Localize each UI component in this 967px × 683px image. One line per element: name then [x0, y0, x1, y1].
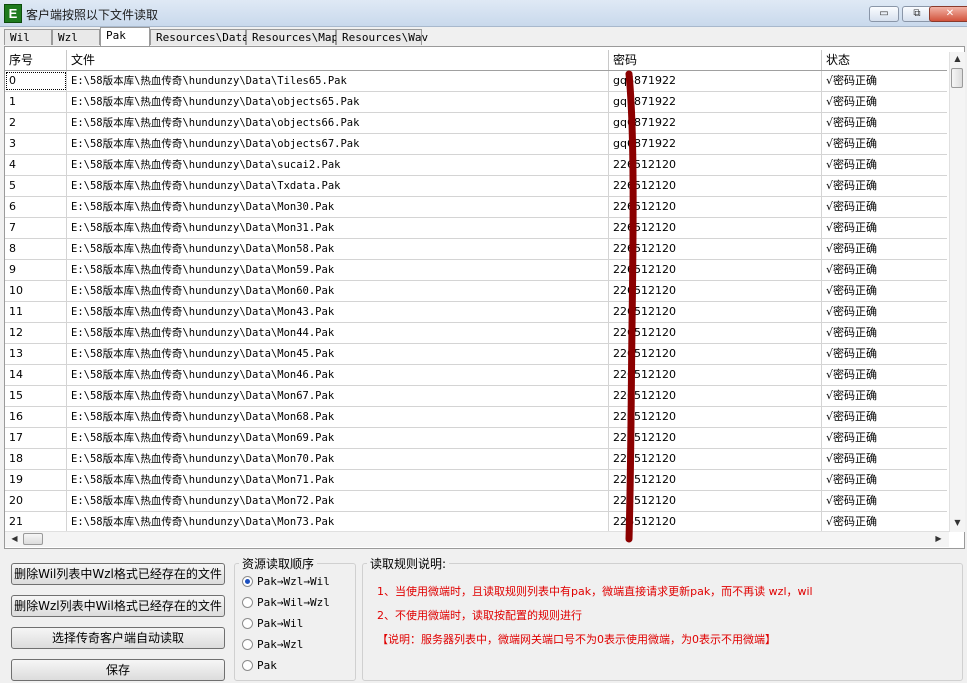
tab-wzl[interactable]: Wzl: [52, 29, 100, 45]
radio-button[interactable]: [242, 597, 253, 608]
rule-line-2: 2、不使用微端时，读取按配置的规则进行: [377, 609, 582, 622]
tab-resources-data[interactable]: Resources\Data: [150, 29, 249, 45]
save-button[interactable]: 保存: [11, 659, 225, 681]
radio-label[interactable]: Pak→Wil→Wzl: [257, 595, 330, 611]
read-rules-title: 读取规则说明:: [367, 555, 450, 572]
app-icon: E: [4, 4, 22, 23]
tab-resources-wav[interactable]: Resources\Wav: [336, 29, 428, 45]
hand-drawn-annotation-stroke: [625, 70, 637, 543]
file-grid: 序号 文件 密码 状态 0 E:\58版本库\热血传奇\hundunzy\Data…: [4, 46, 965, 549]
radio-label[interactable]: Pak→Wzl: [257, 637, 303, 653]
delete-wil-duplicates-button[interactable]: 删除Wil列表中Wzl格式已经存在的文件: [11, 563, 225, 585]
title-bar: E 客户端按照以下文件读取 ▭ ⧉ ✕: [0, 0, 967, 27]
close-button[interactable]: ✕: [929, 6, 967, 22]
delete-wzl-duplicates-button[interactable]: 删除Wzl列表中Wil格式已经存在的文件: [11, 595, 225, 617]
minimize-button[interactable]: ▭: [869, 6, 899, 22]
tab-wil[interactable]: Wil: [4, 29, 52, 45]
radio-label[interactable]: Pak→Wzl→Wil: [257, 574, 330, 590]
radio-button[interactable]: [242, 639, 253, 650]
tab-pak[interactable]: Pak: [100, 27, 150, 46]
choose-client-auto-read-button[interactable]: 选择传奇客户端自动读取: [11, 627, 225, 649]
rule-line-1: 1、当使用微端时，且读取规则列表中有pak，微端直接请求更新pak，而不再读 w…: [377, 585, 813, 598]
restore-button[interactable]: ⧉: [902, 6, 932, 22]
read-order-title: 资源读取顺序: [239, 555, 318, 572]
radio-label[interactable]: Pak: [257, 658, 277, 674]
radio-button[interactable]: [242, 660, 253, 671]
radio-button[interactable]: [242, 576, 253, 587]
window-title: 客户端按照以下文件读取: [26, 8, 159, 22]
tab-resources-map[interactable]: Resources\Map: [246, 29, 338, 45]
radio-button[interactable]: [242, 618, 253, 629]
radio-label[interactable]: Pak→Wil: [257, 616, 303, 632]
rule-line-3: 【说明：服务器列表中，微端网关端口号不为0表示使用微端，为0表示不用微端】: [377, 633, 776, 646]
